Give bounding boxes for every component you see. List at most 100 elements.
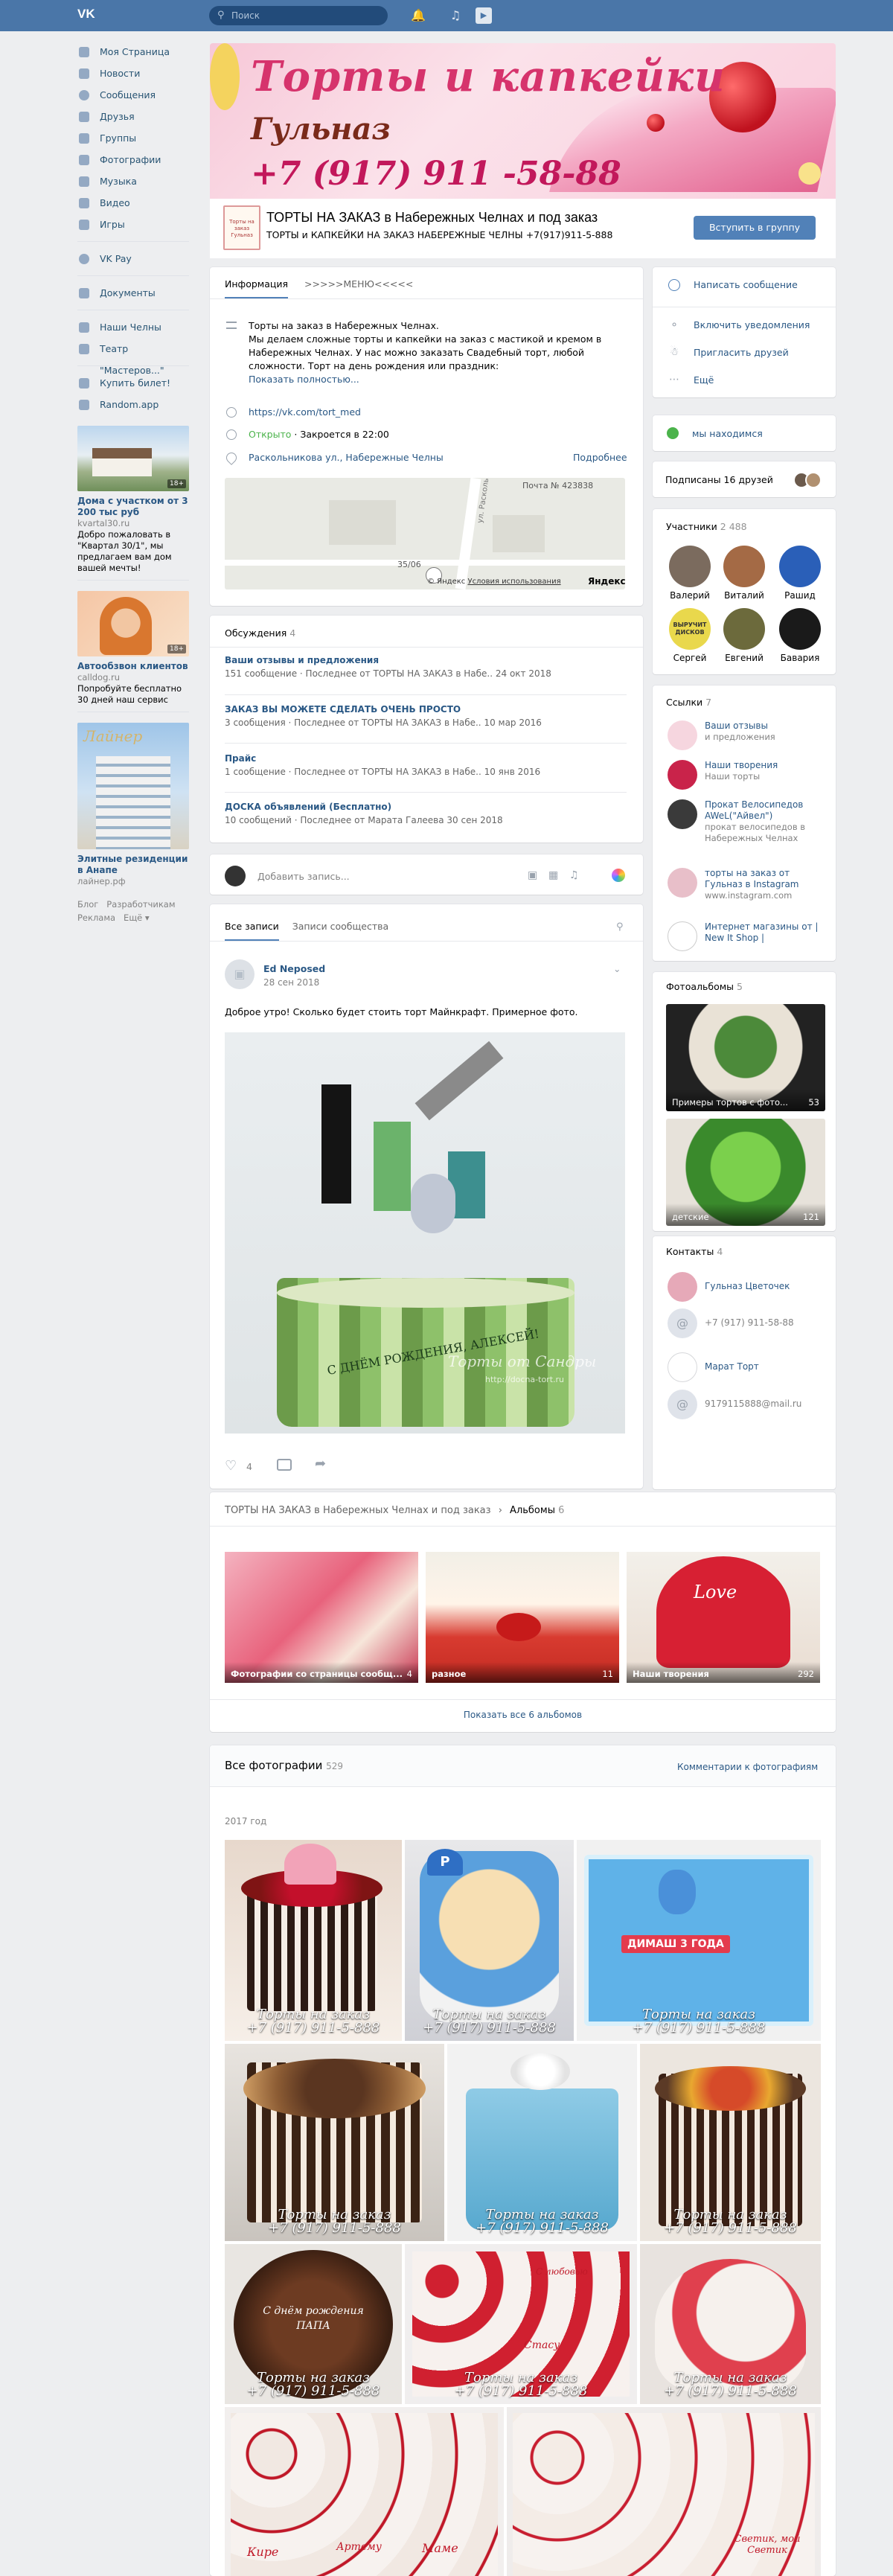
ad-title[interactable]: Дома с участком от 3 200 тыс руб [77,496,189,518]
music-icon[interactable]: ♫ [447,7,464,24]
share-icon[interactable]: ➦ [315,1456,326,1471]
photo-thumb[interactable]: Торты на заказ +7 (917) 911-5-888 [640,2044,821,2241]
sidebar-item-vkpay[interactable]: VK Pay [77,248,189,269]
location-link[interactable]: мы находимся [692,428,763,439]
discussions-header[interactable]: Обсуждения 4 [225,627,295,639]
contacts-header[interactable]: Контакты 4 [666,1246,723,1257]
ad-block[interactable]: 18+ Автообзвон клиентов calldog.ru Попро… [77,591,189,706]
camera-icon[interactable]: ▣ [528,869,537,881]
album-thumb[interactable]: Фотографии со страницы сообщ... 4 [225,1552,418,1683]
music-icon[interactable]: ♫ [569,869,579,881]
ad-image[interactable]: 18+ [77,426,189,491]
sidebar-item-music[interactable]: Музыка [77,170,189,192]
footer-link-ads[interactable]: Реклама [77,913,115,923]
member[interactable]: ВЫРУЧИТ ДИСКОВ Сергей [668,608,712,663]
member[interactable]: Виталий [722,546,766,601]
author-avatar[interactable]: ▣ [225,959,255,989]
address-more-link[interactable]: Подробнее [573,451,627,464]
photo-thumb[interactable]: Торты на заказ +7 (917) 911-5-888 [640,2244,821,2404]
album-thumb[interactable]: Love Наши творения 292 [627,1552,820,1683]
topic[interactable]: Прайс 1 сообщение · Последнее от ТОРТЫ Н… [225,753,627,777]
topic[interactable]: ДОСКА объявлений (Бесплатно) 10 сообщени… [225,802,627,825]
link-item[interactable]: торты на заказ от Гульназ в Instagram www… [668,868,831,905]
sidebar-item-teatr[interactable]: Театр "Мастеров..." [77,338,189,376]
comment-icon[interactable] [277,1459,292,1471]
photo-thumb[interactable]: Торты на заказ +7 (917) 911-5-888 [447,2044,637,2241]
member[interactable]: Евгений [722,608,766,663]
address-link[interactable]: Раскольникова ул., Набережные Челны [249,451,444,464]
ad-title[interactable]: Элитные резиденции в Анапе [77,854,189,876]
ad-block[interactable]: Лайнер Элитные резиденции в Анапе лайнер… [77,723,189,887]
sidebar-item-random-app[interactable]: Random.app [77,394,189,415]
search-icon[interactable]: ⚲ [616,921,624,933]
search-input[interactable]: ⚲ Поиск [209,6,388,25]
more-button[interactable]: Ещё [694,374,714,386]
video-icon[interactable]: ▦ [548,869,558,881]
photo-thumb[interactable]: С днём рождения ПАПА Торты на заказ +7 (9… [225,2244,402,2404]
chevron-down-icon[interactable]: ⌄ [613,963,621,974]
show-more-link[interactable]: Показать полностью... [249,373,621,386]
members-header[interactable]: Участники 2 488 [666,521,747,532]
album-thumb[interactable]: детские 121 [666,1119,825,1226]
ad-image[interactable]: 18+ [77,591,189,656]
website-link[interactable]: https://vk.com/tort_med [249,406,361,419]
footer-link-blog[interactable]: Блог [77,899,98,910]
friend-avatar[interactable] [805,472,822,488]
sidebar-item-games[interactable]: Игры [77,214,189,235]
sidebar-item-nashi-chelny[interactable]: Наши Челны [77,316,189,338]
photo-thumb[interactable]: Кире Артему Маме [225,2407,504,2576]
sidebar-item-friends[interactable]: Друзья [77,106,189,127]
contact-item[interactable]: Гульназ Цветочек [668,1272,831,1305]
contact-item[interactable]: Марат Торт [668,1352,831,1386]
sidebar-item-my-page[interactable]: Моя Страница [77,41,189,63]
photo-thumb[interactable]: С любовью Стасу Торты на заказ +7 (917) 9… [405,2244,637,2404]
map-terms-link[interactable]: Условия использования [467,578,560,586]
photo-thumb[interactable]: Торты на заказ +7 (917) 911-5-888 [225,1840,402,2041]
vk-logo[interactable]: VK [77,7,100,25]
invite-friends-button[interactable]: Пригласить друзей [694,347,789,358]
footer-link-more[interactable]: Ещё [124,913,142,923]
color-palette-icon[interactable] [612,869,625,882]
album-thumb[interactable]: разное 11 [426,1552,619,1683]
member[interactable]: Валерий [668,546,712,601]
enable-notifications-button[interactable]: Включить уведомления [694,319,810,330]
sidebar-item-documents[interactable]: Документы [77,282,189,304]
play-icon[interactable]: ▶ [476,7,492,24]
group-avatar[interactable]: Торты на заказ Гульназ [223,205,260,250]
photos-title[interactable]: Все фотографии 529 [225,1759,343,1772]
join-group-button[interactable]: Вступить в группу [694,216,816,240]
sidebar-item-messages[interactable]: Сообщения [77,84,189,106]
footer-link-dev[interactable]: Разработчикам [106,899,175,910]
link-item[interactable]: Прокат Велосипедов AWeL("Айвел") прокат в… [668,799,831,844]
sidebar-item-video[interactable]: Видео [77,192,189,214]
ad-block[interactable]: 18+ Дома с участком от 3 200 тыс руб kva… [77,426,189,574]
photo-thumb[interactable]: P Торты на заказ +7 (917) 911-5-888 [405,1840,574,2041]
member[interactable]: Бавария [778,608,822,663]
friends-subscribed[interactable]: Подписаны 16 друзей [665,474,773,485]
ad-title[interactable]: Автообзвон клиентов [77,661,189,672]
post-author[interactable]: Ed Neposed [263,963,325,974]
tab-all-posts[interactable]: Все записи [225,921,279,941]
ad-image[interactable]: Лайнер [77,723,189,849]
map[interactable]: Почта № 423838 35/06 ул. Раскольникова ©… [225,478,625,589]
sidebar-item-photos[interactable]: Фотографии [77,149,189,170]
tab-community-posts[interactable]: Записи сообщества [292,921,388,939]
show-all-albums-link[interactable]: Показать все 6 альбомов [210,1710,836,1720]
topic[interactable]: ЗАКАЗ ВЫ МОЖЕТЕ СДЕЛАТЬ ОЧЕНЬ ПРОСТО 3 с… [225,704,627,728]
sidebar-item-buy-ticket[interactable]: Купить билет! [77,372,189,394]
link-item[interactable]: Интернет магазины от | New It Shop | [668,921,831,951]
sidebar-item-news[interactable]: Новости [77,63,189,84]
photo-comments-link[interactable]: Комментарии к фотографиям [677,1762,818,1772]
post-photo[interactable]: С ДНЁМ РОЖДЕНИЯ, АЛЕКСЕЙ! Торты от Сандр… [225,1032,625,1434]
photo-thumb[interactable]: Светик, мой Светик [507,2407,821,2576]
photo-thumb[interactable]: Торты на заказ +7 (917) 911-5-888 [225,2044,444,2241]
photo-thumb[interactable]: ДИМАШ 3 ГОДА Торты на заказ +7 (917) 911-… [577,1840,821,2041]
send-message-button[interactable]: Написать сообщение [694,279,798,290]
member[interactable]: Рашид [778,546,822,601]
composer-input[interactable]: Добавить запись... [257,871,350,882]
sidebar-item-groups[interactable]: Группы [77,127,189,149]
album-thumb[interactable]: Примеры тортов с фото... 53 [666,1004,825,1111]
tab-menu[interactable]: >>>>>МЕНЮ<<<<< [304,278,413,297]
tab-info[interactable]: Информация [225,278,289,298]
link-item[interactable]: Ваши отзывы и предложения [668,720,831,754]
